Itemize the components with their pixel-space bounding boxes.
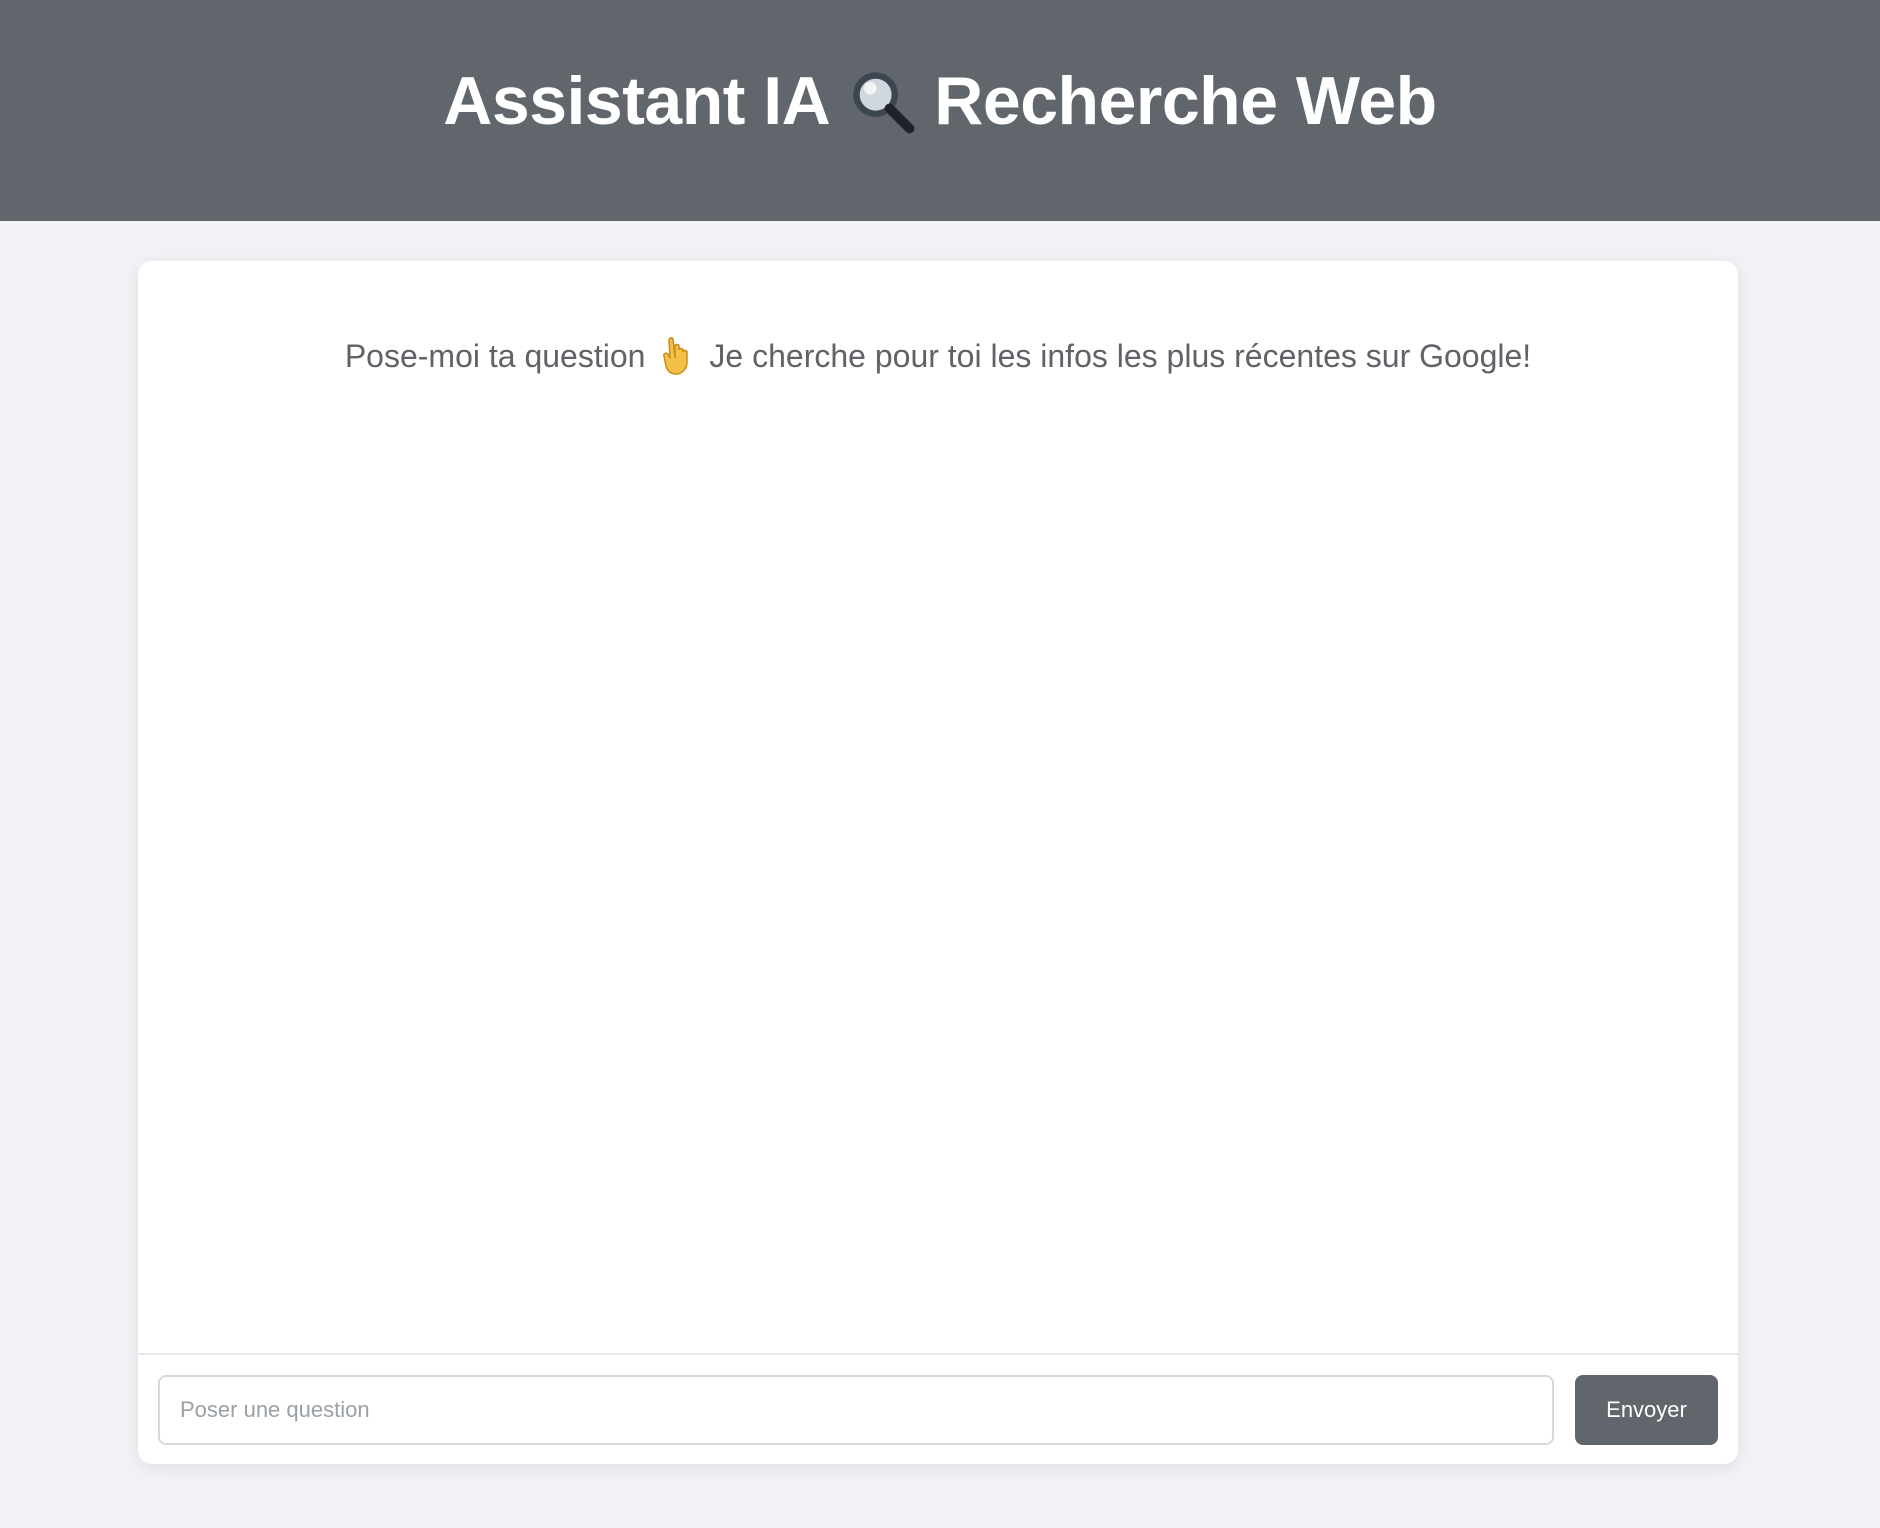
chat-messages-area xyxy=(138,401,1738,1311)
intro-text-end: Je cherche pour toi les infos les plus r… xyxy=(709,337,1532,374)
message-input-bar: Envoyer xyxy=(138,1353,1738,1464)
intro-text-start: Pose-moi ta question xyxy=(344,337,646,374)
send-button[interactable]: Envoyer xyxy=(1575,1375,1718,1445)
pointing-down-hand-icon xyxy=(663,337,689,375)
intro-message: Pose-moi ta question Je cherche pour toi… xyxy=(138,336,1738,376)
page-title: Assistant IA Recherche Web xyxy=(443,62,1437,140)
magnifier-icon xyxy=(853,71,915,133)
title-text-secondary: Recherche Web xyxy=(934,62,1437,139)
title-text-primary: Assistant IA xyxy=(443,62,831,139)
question-input[interactable] xyxy=(158,1375,1554,1445)
app-header: Assistant IA Recherche Web xyxy=(0,0,1880,221)
chat-card: Pose-moi ta question Je cherche pour toi… xyxy=(138,261,1738,1464)
